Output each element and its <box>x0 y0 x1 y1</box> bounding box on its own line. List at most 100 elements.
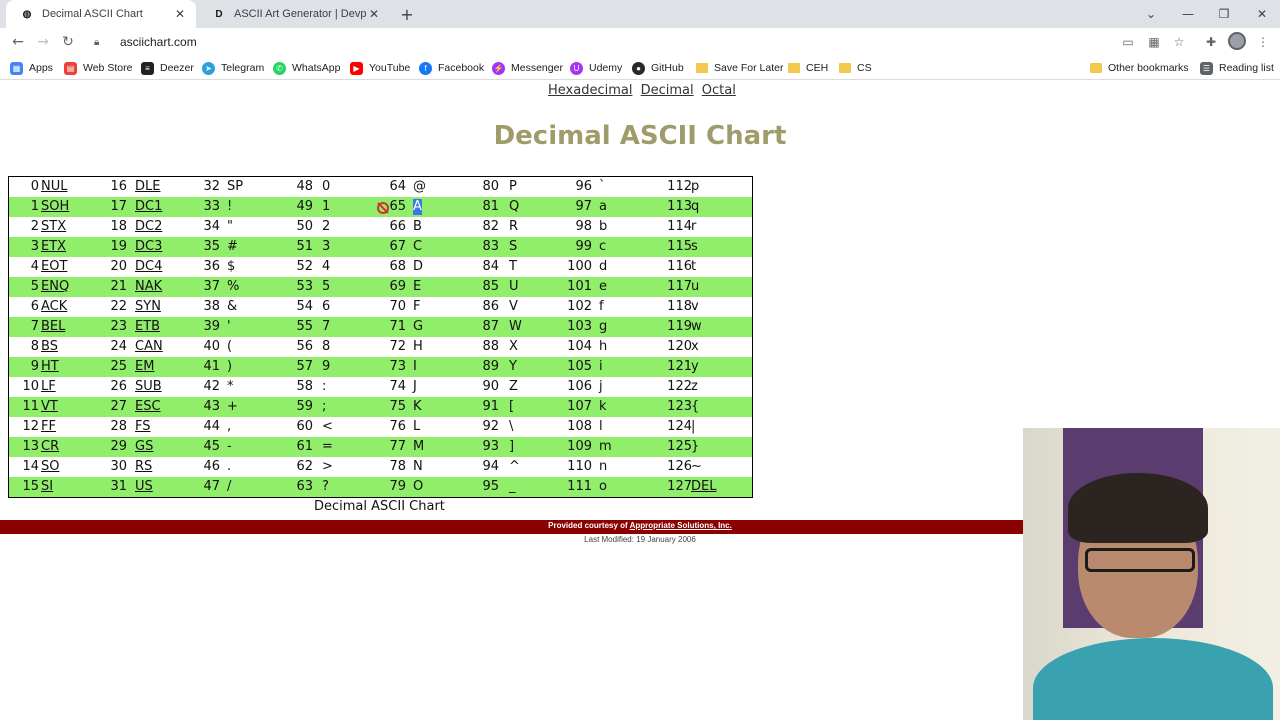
code-value: 53 <box>296 279 313 294</box>
folder-icon <box>839 63 851 73</box>
close-tab-icon[interactable]: ✕ <box>366 6 382 22</box>
bookmark-youtube[interactable]: ▶ YouTube <box>350 59 410 77</box>
character-value: g <box>599 319 608 334</box>
code-value: 96 <box>575 179 592 194</box>
code-value: 127 <box>667 479 692 494</box>
bookmark-telegram[interactable]: ➤ Telegram <box>202 59 264 77</box>
code-value: 61 <box>296 439 313 454</box>
character-value: DEL <box>691 479 717 494</box>
character-value: 6 <box>322 299 331 314</box>
bookmark-ceh[interactable]: CEH <box>788 59 828 77</box>
character-value: & <box>227 299 238 314</box>
character-value: m <box>599 439 612 454</box>
character-value: d <box>599 259 608 274</box>
reading-list-button[interactable]: ☰ Reading list <box>1200 59 1274 77</box>
profile-avatar[interactable] <box>1228 32 1246 50</box>
cast-icon[interactable]: ▭ <box>1120 34 1136 50</box>
hexadecimal-link[interactable]: Hexadecimal <box>548 83 632 98</box>
code-value: 12 <box>22 419 39 434</box>
code-value: 9 <box>30 359 39 374</box>
character-value: DC4 <box>135 259 163 274</box>
code-value: 126 <box>667 459 692 474</box>
code-value: 88 <box>482 339 499 354</box>
bookmark-deezer[interactable]: ≡ Deezer <box>141 59 194 77</box>
character-value: ] <box>509 439 515 454</box>
menu-icon[interactable]: ⋮ <box>1255 34 1271 50</box>
apps-grid-icon: ▦ <box>10 61 23 75</box>
address-bar[interactable]: 🔒︎ asciichart.com <box>86 30 1106 54</box>
bookmark-cs[interactable]: CS <box>839 59 872 77</box>
bookmark-apps[interactable]: ▦ Apps <box>10 59 53 77</box>
code-value: 86 <box>482 299 499 314</box>
character-value: FF <box>41 419 56 434</box>
character-value: DLE <box>135 179 161 194</box>
decimal-link[interactable]: Decimal <box>641 83 694 98</box>
address-text: asciichart.com <box>120 35 197 49</box>
deezer-icon: ≡ <box>141 61 154 75</box>
code-value: 10 <box>22 379 39 394</box>
character-value: D <box>413 259 424 274</box>
character-value: v <box>691 299 699 314</box>
minimize-button[interactable]: — <box>1170 0 1206 28</box>
table-row: 5 ENQ 21 NAK 37% 53 5 69 E 85 U 101 e 117 u <box>9 277 752 297</box>
character-value: T <box>509 259 517 274</box>
code-value: 28 <box>110 419 127 434</box>
code-value: 118 <box>667 299 692 314</box>
appropriate-solutions-link[interactable]: Appropriate Solutions, Inc. <box>630 521 732 530</box>
code-value: 80 <box>482 179 499 194</box>
restore-button[interactable]: ❐ <box>1206 0 1242 28</box>
table-row: 10 LF 26 SUB 42 * 58: 74 J 90 Z 106 j 122 z <box>9 377 752 397</box>
code-value: 114 <box>667 219 692 234</box>
character-value: CR <box>41 439 60 454</box>
forward-button[interactable]: → <box>33 32 53 52</box>
character-value: ^ <box>509 459 520 474</box>
code-value: 101 <box>567 279 592 294</box>
bookmark-web-store[interactable]: ▤ Web Store <box>64 59 132 77</box>
bookmark-whatsapp[interactable]: ✆ WhatsApp <box>273 59 340 77</box>
bookmark-messenger[interactable]: ⚡ Messenger <box>492 59 563 77</box>
code-value: 78 <box>389 459 406 474</box>
bookmark-github[interactable]: ● GitHub <box>632 59 684 77</box>
ascii-table: 0 NUL 16 DLE 32 SP 48 0 64 @80 P 96 ` 112 p 1 SOH 17 DC1 33… <box>8 176 753 498</box>
tab-search-chevron-icon[interactable]: ⌄ <box>1133 0 1169 28</box>
code-value: 49 <box>296 199 313 214</box>
qr-icon[interactable]: ▦ <box>1146 34 1162 50</box>
code-value: 71 <box>389 319 406 334</box>
close-window-button[interactable]: ✕ <box>1244 0 1280 28</box>
character-value: ENQ <box>41 279 70 294</box>
character-value: 7 <box>322 319 331 334</box>
close-tab-icon[interactable]: ✕ <box>172 6 188 22</box>
character-value: ` <box>599 179 606 194</box>
bookmark-other-bookmarks[interactable]: Other bookmarks <box>1090 59 1189 77</box>
character-value: x <box>691 339 699 354</box>
octal-link[interactable]: Octal <box>702 83 736 98</box>
tab-decimal-ascii-chart[interactable]: ◍ Decimal ASCII Chart ✕ <box>6 0 196 28</box>
code-value: 27 <box>110 399 127 414</box>
bookmark-facebook[interactable]: f Facebook <box>419 59 484 77</box>
character-value: SOH <box>41 199 70 214</box>
character-value: 3 <box>322 239 331 254</box>
bookmark-udemy[interactable]: U Udemy <box>570 59 622 77</box>
code-value: 25 <box>110 359 127 374</box>
code-value: 5 <box>30 279 39 294</box>
table-row: 7 BEL 23 ETB 39 ' 55 7 71 G 87 W 103 g 119 w <box>9 317 752 337</box>
code-value: 38 <box>203 299 220 314</box>
character-value: 5 <box>322 279 331 294</box>
character-value: = <box>322 439 333 454</box>
tab-devpost[interactable]: D ASCII Art Generator | Devpost ✕ <box>198 0 390 28</box>
character-value: { <box>691 399 700 414</box>
star-icon[interactable]: ☆ <box>1171 34 1187 50</box>
character-value: " <box>227 219 233 234</box>
table-row: 4 EOT 20 DC4 36 $52 4 68 D 84 T 100 d 116 t <box>9 257 752 277</box>
bookmark-save-for-later[interactable]: Save For Later <box>696 59 783 77</box>
reload-button[interactable]: ↻ <box>58 32 78 52</box>
extensions-icon[interactable]: ✚ <box>1203 34 1219 50</box>
back-button[interactable]: ← <box>8 32 28 52</box>
character-value: HT <box>41 359 59 374</box>
code-value: 46 <box>203 459 220 474</box>
code-value: 107 <box>567 399 592 414</box>
character-value: l <box>599 419 603 434</box>
tab-title: ASCII Art Generator | Devpost <box>234 8 366 20</box>
new-tab-button[interactable]: + <box>398 5 416 24</box>
character-value: I <box>413 359 417 374</box>
